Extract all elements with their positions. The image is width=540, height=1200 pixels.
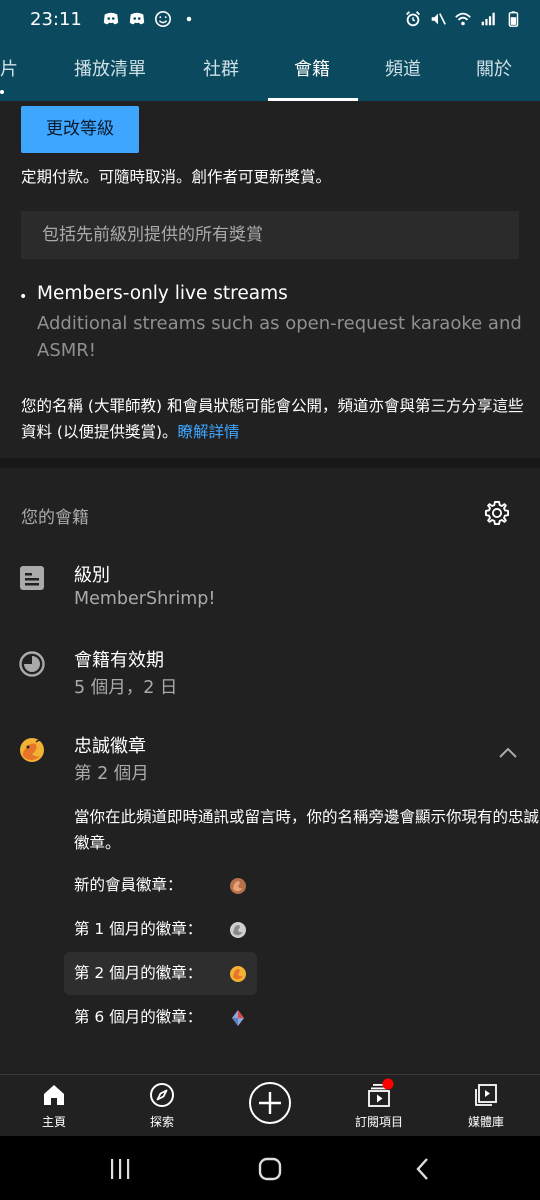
privacy-text: 您的名稱 (大罪師教) 和會員狀態可能會公開，頻道亦會與第三方分享這些資料 (以…	[21, 397, 524, 441]
nav-explore-label: 探索	[149, 1115, 174, 1129]
badge-row-new: 新的會員徽章：	[64, 864, 257, 907]
nav-library[interactable]: 媒體庫	[446, 1075, 526, 1137]
loyalty-value: 第 2 個月	[74, 764, 149, 784]
nav-library-label: 媒體庫	[467, 1115, 504, 1129]
change-tier-button[interactable]: 更改等級	[21, 106, 139, 153]
tier-badge-icon	[20, 566, 44, 590]
wifi-icon	[455, 12, 471, 26]
discord-icon	[103, 12, 119, 25]
nav-home-label: 主頁	[41, 1115, 66, 1129]
badge-row-month-2: 第 2 個月的徽章：	[64, 952, 257, 995]
bullet-icon: •	[19, 289, 28, 305]
tab-playlists[interactable]: 播放清單	[74, 38, 146, 101]
notification-dot-icon	[382, 1078, 394, 1090]
nav-explore[interactable]: 探索	[122, 1075, 202, 1137]
includes-rewards-box: 包括先前級別提供的所有獎賞	[21, 211, 519, 259]
status-bar: 23:11	[0, 0, 540, 38]
bottom-navigation: 主頁 探索 訂閱項目 媒體庫	[0, 1074, 540, 1136]
gear-icon[interactable]	[483, 499, 511, 527]
nav-subscriptions-label: 訂閱項目	[354, 1115, 403, 1129]
nav-home[interactable]: 主頁	[14, 1075, 94, 1137]
recent-apps-icon[interactable]	[107, 1156, 133, 1182]
badge-row-month-1: 第 1 個月的徽章：	[64, 908, 257, 951]
section-divider	[0, 458, 540, 468]
perk-title: Members-only live streams	[37, 283, 288, 304]
nav-subscriptions[interactable]: 訂閱項目	[339, 1075, 419, 1137]
channel-tab-bar: 片 播放清單 社群 會籍 頻道 關於	[0, 38, 540, 101]
loyalty-label: 忠誠徽章	[74, 736, 146, 757]
library-icon	[475, 1084, 497, 1106]
badge-label: 第 1 個月的徽章：	[74, 920, 203, 938]
chevron-up-icon[interactable]	[497, 745, 519, 759]
new-member-badge-icon	[230, 878, 246, 894]
smiley-badge-icon	[154, 10, 171, 28]
tab-community[interactable]: 社群	[203, 38, 239, 101]
month-6-badge-icon	[232, 1010, 244, 1026]
compass-icon	[150, 1083, 174, 1107]
tier-value: MemberShrimp!	[74, 589, 216, 609]
badge-label: 新的會員徽章：	[74, 876, 183, 894]
home-icon	[44, 1085, 64, 1105]
alarm-icon	[406, 11, 420, 27]
signal-icon	[481, 12, 495, 26]
system-navigation-bar	[0, 1136, 540, 1200]
badge-label: 第 6 個月的徽章：	[74, 1008, 203, 1026]
tab-indicator-dot	[0, 90, 4, 94]
loyalty-note: 當你在此頻道即時通訊或留言時，你的名稱旁邊會顯示你現有的忠誠徽章。	[74, 808, 540, 852]
badge-label: 第 2 個月的徽章：	[74, 964, 203, 982]
your-membership-section: 您的會籍 級別 MemberShrimp! 會籍有效期 5 個月，2 日 忠誠徽…	[0, 468, 540, 1074]
more-notifications-dot-icon	[186, 16, 192, 22]
battery-icon	[508, 11, 519, 27]
privacy-note: 您的名稱 (大罪師教) 和會員狀態可能會公開，頻道亦會與第三方分享這些資料 (以…	[21, 393, 526, 445]
mute-icon	[431, 13, 446, 25]
billing-note: 定期付款。可隨時取消。創作者可更新獎賞。	[21, 168, 332, 186]
tier-label: 級別	[74, 565, 110, 586]
discord-icon	[129, 12, 145, 25]
back-icon[interactable]	[410, 1156, 436, 1182]
tab-about[interactable]: 關於	[476, 38, 512, 101]
tab-membership[interactable]: 會籍	[294, 38, 330, 101]
badge-row-month-6: 第 6 個月的徽章：	[64, 996, 257, 1039]
month-1-badge-icon	[230, 922, 246, 938]
tab-channels[interactable]: 頻道	[385, 38, 421, 101]
validity-label: 會籍有效期	[74, 650, 164, 671]
create-plus-icon[interactable]	[248, 1081, 292, 1125]
clock-icon	[19, 651, 45, 677]
perk-description: Additional streams such as open-request …	[37, 313, 522, 361]
validity-value: 5 個月，2 日	[74, 678, 178, 698]
membership-tier-card: 更改等級 定期付款。可隨時取消。創作者可更新獎賞。 包括先前級別提供的所有獎賞 …	[0, 101, 540, 458]
shrimp-badge-icon	[20, 738, 44, 762]
section-title: 您的會籍	[21, 508, 89, 528]
learn-more-link[interactable]: 瞭解詳情	[178, 423, 240, 441]
home-button-icon[interactable]	[257, 1156, 283, 1182]
month-2-badge-icon	[230, 966, 246, 982]
status-time: 23:11	[30, 8, 82, 30]
